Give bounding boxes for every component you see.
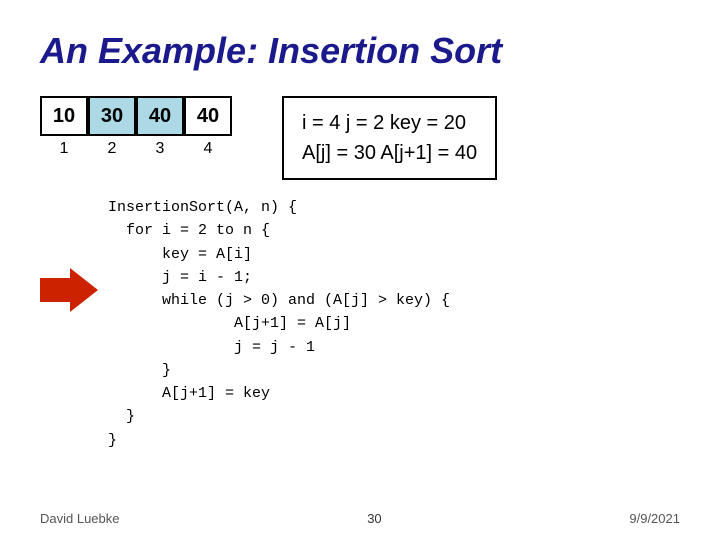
code-block: InsertionSort(A, n) { for i = 2 to n { k…	[108, 196, 450, 452]
top-row: 10304040 1234 i = 4 j = 2 key = 20 A[j] …	[40, 96, 680, 180]
array-cell-3: 40	[184, 96, 232, 136]
slide-title: An Example: Insertion Sort	[40, 30, 680, 72]
info-line1: i = 4 j = 2 key = 20	[302, 108, 477, 138]
array-index-1: 2	[88, 140, 136, 158]
arrow-icon	[40, 268, 98, 312]
arrow-container	[40, 196, 98, 312]
array-index-0: 1	[40, 140, 88, 158]
array-cells: 10304040	[40, 96, 232, 136]
footer-author: David Luebke	[40, 511, 120, 526]
arrow-body	[40, 278, 70, 302]
footer-date: 9/9/2021	[629, 511, 680, 526]
array-indices: 1234	[40, 140, 232, 158]
array-cell-2: 40	[136, 96, 184, 136]
array-index-2: 3	[136, 140, 184, 158]
array-section: 10304040 1234	[40, 96, 232, 158]
info-line2: A[j] = 30 A[j+1] = 40	[302, 138, 477, 168]
array-index-3: 4	[184, 140, 232, 158]
arrow-head	[70, 268, 98, 312]
array-cell-0: 10	[40, 96, 88, 136]
footer-page: 30	[367, 511, 381, 526]
array-cell-1: 30	[88, 96, 136, 136]
footer: David Luebke 30 9/9/2021	[40, 511, 680, 526]
code-area: InsertionSort(A, n) { for i = 2 to n { k…	[40, 196, 680, 452]
info-box: i = 4 j = 2 key = 20 A[j] = 30 A[j+1] = …	[282, 96, 497, 180]
slide: An Example: Insertion Sort 10304040 1234…	[0, 0, 720, 540]
